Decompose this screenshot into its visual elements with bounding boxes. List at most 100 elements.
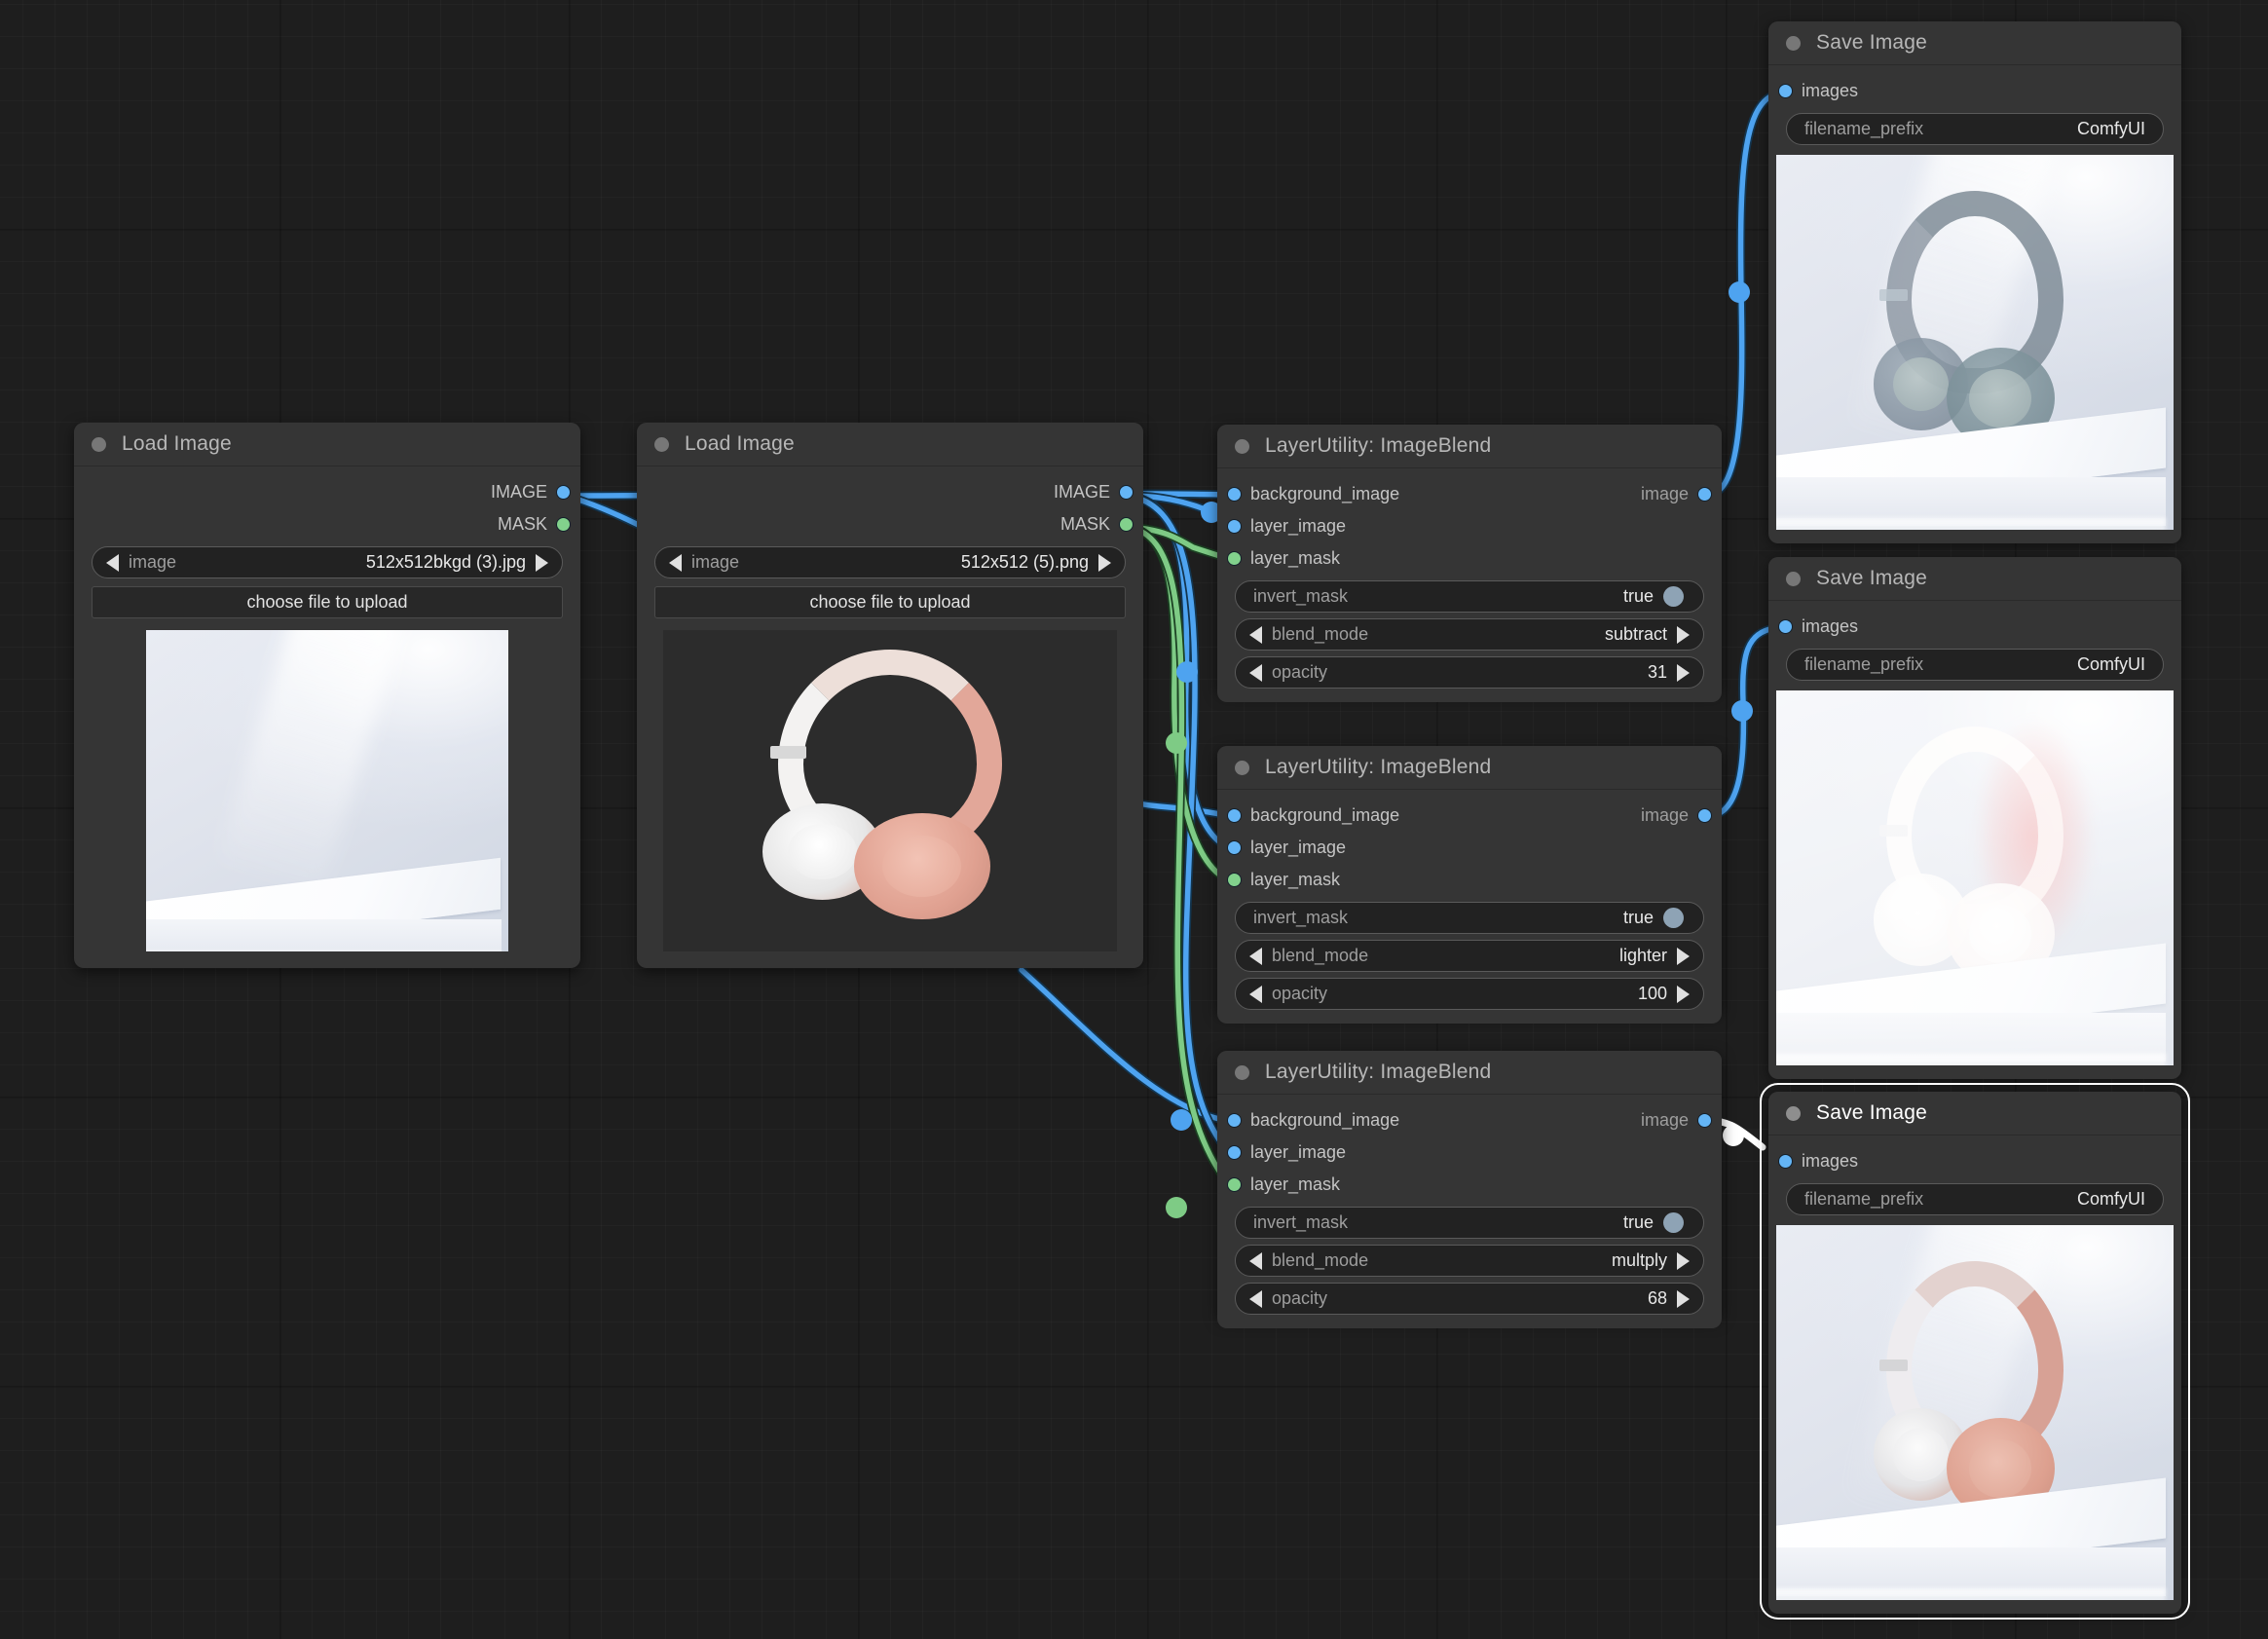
chevron-right-icon[interactable] [1677, 948, 1690, 965]
image-output-slot-dot-icon[interactable] [1697, 1113, 1712, 1128]
collapse-dot-icon[interactable] [1235, 761, 1249, 775]
widget-filename-prefix[interactable]: filename_prefix ComfyUI [1786, 649, 2164, 681]
widget-blend-mode-combo[interactable]: blend_mode subtract [1235, 618, 1704, 651]
image-slot-dot-icon[interactable] [1227, 840, 1242, 855]
image-preview-save3[interactable] [1776, 1225, 2174, 1600]
image-preview-save1[interactable] [1776, 155, 2174, 530]
widget-opacity-number[interactable]: opacity 68 [1235, 1283, 1704, 1315]
chevron-right-icon[interactable] [1677, 1252, 1690, 1270]
chevron-right-icon[interactable] [1677, 986, 1690, 1003]
input-slot-layer-image[interactable]: layer_image [1217, 510, 1722, 542]
input-slot-layer-image[interactable]: layer_image [1217, 1136, 1722, 1169]
chevron-left-icon[interactable] [106, 554, 119, 572]
collapse-dot-icon[interactable] [1786, 1106, 1801, 1121]
input-slot-background-image[interactable]: background_image image [1217, 800, 1722, 832]
output-slot-mask[interactable]: MASK [637, 508, 1143, 540]
mask-slot-dot-icon[interactable] [1227, 873, 1242, 887]
toggle-knob-icon[interactable] [1663, 1212, 1684, 1233]
image-preview-load1[interactable] [146, 630, 508, 951]
image-slot-dot-icon[interactable] [556, 485, 571, 500]
widget-opacity-number[interactable]: opacity 100 [1235, 978, 1704, 1010]
image-slot-dot-icon[interactable] [1227, 808, 1242, 823]
input-slot-background-image[interactable]: background_image image [1217, 1104, 1722, 1136]
collapse-dot-icon[interactable] [1235, 439, 1249, 454]
widget-image-combo[interactable]: image 512x512 (5).png [654, 546, 1126, 578]
chevron-left-icon[interactable] [1249, 1290, 1262, 1308]
node-image-blend-2[interactable]: LayerUtility: ImageBlend background_imag… [1217, 746, 1722, 1014]
mask-slot-dot-icon[interactable] [1119, 517, 1134, 532]
input-slot-layer-mask[interactable]: layer_mask [1217, 542, 1722, 575]
node-image-blend-3[interactable]: LayerUtility: ImageBlend background_imag… [1217, 1051, 1722, 1319]
image-slot-dot-icon[interactable] [1227, 519, 1242, 534]
node-save-image-3[interactable]: Save Image images filename_prefix ComfyU… [1768, 1092, 2181, 1611]
chevron-left-icon[interactable] [1249, 664, 1262, 682]
widget-invert-mask-toggle[interactable]: invert_mask true [1235, 580, 1704, 613]
widget-invert-mask-toggle[interactable]: invert_mask true [1235, 1207, 1704, 1239]
node-title-bar[interactable]: LayerUtility: ImageBlend [1217, 425, 1722, 468]
node-save-image-2[interactable]: Save Image images filename_prefix ComfyU… [1768, 557, 2181, 1076]
input-slot-layer-mask[interactable]: layer_mask [1217, 1169, 1722, 1201]
image-slot-dot-icon[interactable] [1227, 487, 1242, 502]
output-slot-image[interactable]: IMAGE [637, 476, 1143, 508]
widget-blend-mode-combo[interactable]: blend_mode lighter [1235, 940, 1704, 972]
node-graph-canvas[interactable]: Load Image IMAGE MASK image 512x512bkgd … [0, 0, 2268, 1639]
node-load-image-1[interactable]: Load Image IMAGE MASK image 512x512bkgd … [74, 423, 580, 968]
output-slot-mask[interactable]: MASK [74, 508, 580, 540]
input-slot-images[interactable]: images [1768, 75, 2181, 107]
input-slot-layer-image[interactable]: layer_image [1217, 832, 1722, 864]
node-image-blend-1[interactable]: LayerUtility: ImageBlend background_imag… [1217, 425, 1722, 692]
collapse-dot-icon[interactable] [1786, 36, 1801, 51]
image-slot-dot-icon[interactable] [1227, 1145, 1242, 1160]
image-slot-dot-icon[interactable] [1778, 1154, 1793, 1169]
image-preview-save2[interactable] [1776, 690, 2174, 1065]
input-slot-images[interactable]: images [1768, 1145, 2181, 1177]
mask-slot-dot-icon[interactable] [1227, 1177, 1242, 1192]
collapse-dot-icon[interactable] [1235, 1065, 1249, 1080]
node-load-image-2[interactable]: Load Image IMAGE MASK image 512x512 (5).… [637, 423, 1143, 968]
widget-filename-prefix[interactable]: filename_prefix ComfyUI [1786, 1183, 2164, 1215]
chevron-left-icon[interactable] [1249, 986, 1262, 1003]
image-slot-dot-icon[interactable] [1778, 84, 1793, 98]
collapse-dot-icon[interactable] [92, 437, 106, 452]
widget-blend-mode-combo[interactable]: blend_mode multply [1235, 1245, 1704, 1277]
chevron-right-icon[interactable] [1677, 1290, 1690, 1308]
widget-image-combo[interactable]: image 512x512bkgd (3).jpg [92, 546, 563, 578]
node-title-bar[interactable]: Save Image [1768, 21, 2181, 65]
node-title-bar[interactable]: LayerUtility: ImageBlend [1217, 1051, 1722, 1095]
image-slot-dot-icon[interactable] [1227, 1113, 1242, 1128]
chevron-right-icon[interactable] [1098, 554, 1111, 572]
collapse-dot-icon[interactable] [1786, 572, 1801, 586]
image-output-slot-dot-icon[interactable] [1697, 808, 1712, 823]
upload-file-button[interactable]: choose file to upload [654, 586, 1126, 618]
chevron-right-icon[interactable] [1677, 664, 1690, 682]
image-slot-dot-icon[interactable] [1119, 485, 1134, 500]
widget-opacity-number[interactable]: opacity 31 [1235, 656, 1704, 689]
image-slot-dot-icon[interactable] [1778, 619, 1793, 634]
widget-invert-mask-toggle[interactable]: invert_mask true [1235, 902, 1704, 934]
image-preview-load2[interactable] [663, 630, 1117, 951]
node-title-bar[interactable]: LayerUtility: ImageBlend [1217, 746, 1722, 790]
chevron-right-icon[interactable] [1677, 626, 1690, 644]
mask-slot-dot-icon[interactable] [556, 517, 571, 532]
collapse-dot-icon[interactable] [654, 437, 669, 452]
image-output-slot-dot-icon[interactable] [1697, 487, 1712, 502]
input-slot-images[interactable]: images [1768, 611, 2181, 643]
node-title-bar[interactable]: Save Image [1768, 557, 2181, 601]
node-title-bar[interactable]: Load Image [637, 423, 1143, 466]
chevron-left-icon[interactable] [1249, 948, 1262, 965]
output-slot-image[interactable]: IMAGE [74, 476, 580, 508]
widget-filename-prefix[interactable]: filename_prefix ComfyUI [1786, 113, 2164, 145]
node-title-bar[interactable]: Save Image [1768, 1092, 2181, 1136]
input-slot-layer-mask[interactable]: layer_mask [1217, 864, 1722, 896]
chevron-left-icon[interactable] [1249, 626, 1262, 644]
mask-slot-dot-icon[interactable] [1227, 551, 1242, 566]
chevron-right-icon[interactable] [536, 554, 548, 572]
upload-file-button[interactable]: choose file to upload [92, 586, 563, 618]
node-title-bar[interactable]: Load Image [74, 423, 580, 466]
node-save-image-1[interactable]: Save Image images filename_prefix ComfyU… [1768, 21, 2181, 540]
input-slot-background-image[interactable]: background_image image [1217, 478, 1722, 510]
chevron-left-icon[interactable] [669, 554, 682, 572]
toggle-knob-icon[interactable] [1663, 908, 1684, 928]
toggle-knob-icon[interactable] [1663, 586, 1684, 607]
chevron-left-icon[interactable] [1249, 1252, 1262, 1270]
